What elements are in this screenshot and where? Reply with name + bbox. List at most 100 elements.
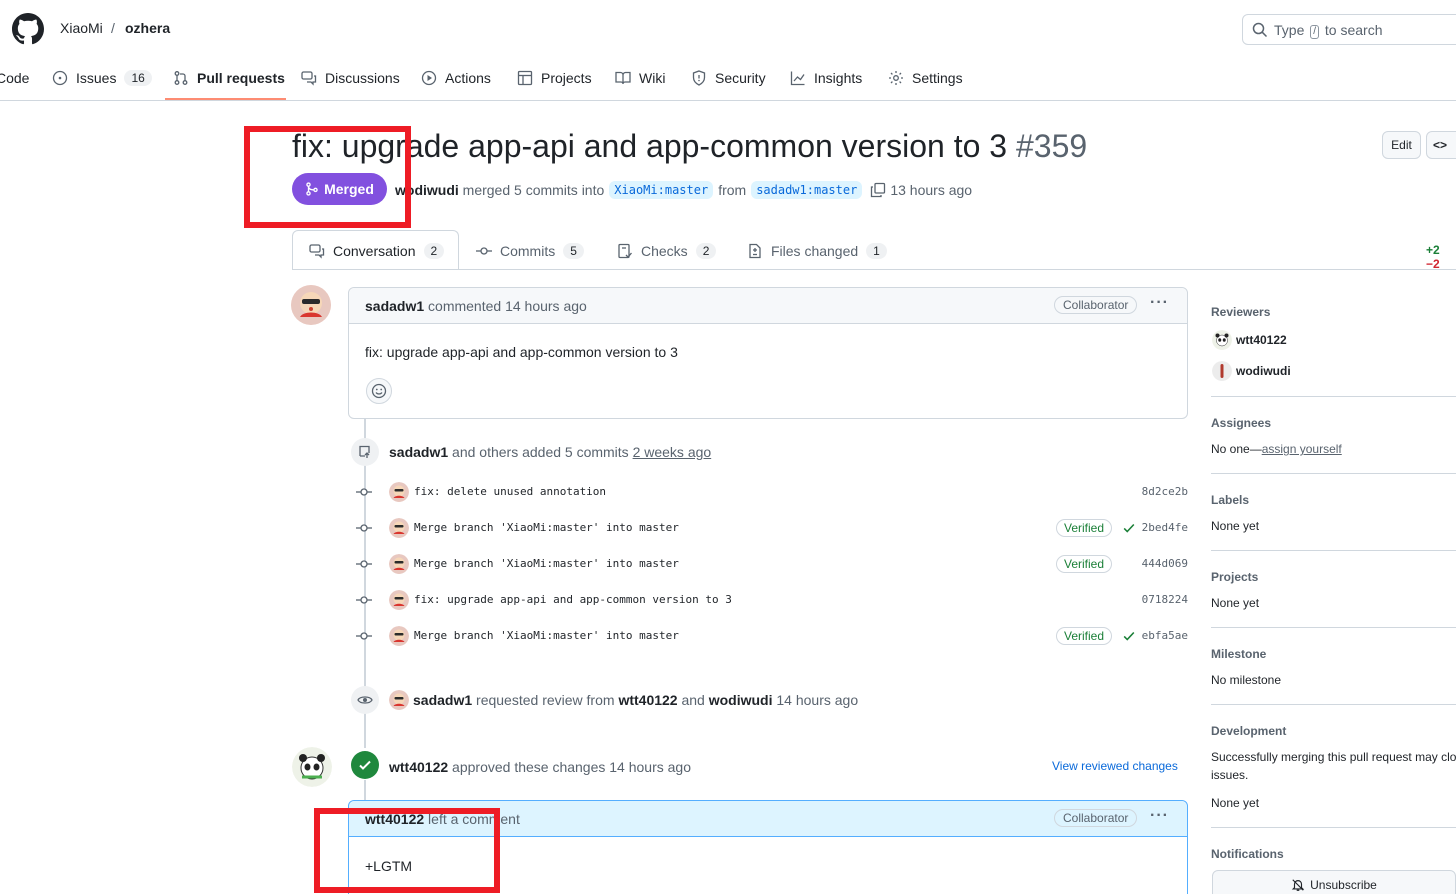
reviewers-heading[interactable]: Reviewers	[1211, 305, 1270, 319]
tab-insights[interactable]: Insights	[790, 68, 862, 88]
avatar-wtt40122-small[interactable]	[1212, 330, 1232, 350]
tab-issues[interactable]: Issues 16	[52, 68, 152, 88]
commit-message[interactable]: fix: delete unused annotation	[414, 485, 606, 498]
projects-heading[interactable]: Projects	[1211, 570, 1258, 584]
sidebar-divider	[1211, 550, 1456, 551]
comment-meta: sadadw1 commented 14 hours ago	[365, 298, 587, 314]
reviewer-2[interactable]: wodiwudi	[709, 692, 773, 708]
commit-author-avatar[interactable]	[389, 590, 409, 610]
tab-code[interactable]: Code	[0, 68, 29, 88]
git-pull-request-icon	[174, 71, 188, 85]
check-icon[interactable]	[1122, 521, 1136, 535]
comment-author[interactable]: sadadw1	[365, 298, 424, 314]
sidebar-reviewer-2[interactable]: wodiwudi	[1236, 364, 1291, 378]
tab-checks[interactable]: Checks 2	[617, 243, 717, 259]
assignees-heading[interactable]: Assignees	[1211, 416, 1271, 430]
tab-conversation[interactable]: Conversation 2	[309, 243, 445, 259]
review-request-author[interactable]: sadadw1	[413, 692, 472, 708]
commit-row: Merge branch 'XiaoMi:master' into master…	[356, 626, 1188, 646]
add-reaction-button[interactable]	[366, 378, 392, 404]
table-icon	[517, 70, 533, 86]
edit-button[interactable]: Edit	[1382, 131, 1421, 159]
tab-label: Security	[715, 70, 766, 86]
search-input[interactable]: Type / to search	[1242, 14, 1456, 45]
diffstat-deletions: −2	[1426, 257, 1440, 271]
avatar-image	[389, 590, 409, 610]
commit-author-avatar[interactable]	[389, 518, 409, 538]
verified-badge[interactable]: Verified	[1056, 627, 1113, 645]
commit-author-avatar[interactable]	[389, 554, 409, 574]
commit-message[interactable]: Merge branch 'XiaoMi:master' into master	[414, 521, 679, 534]
from-text: from	[718, 182, 747, 198]
avatar-wodiwudi-small[interactable]	[1212, 361, 1232, 381]
avatar-wtt40122[interactable]	[292, 747, 332, 787]
sidebar-divider	[1211, 827, 1456, 828]
commit-sha[interactable]: ebfa5ae	[1142, 629, 1188, 642]
comment-header: sadadw1 commented 14 hours ago Collabora…	[349, 288, 1187, 324]
milestone-heading[interactable]: Milestone	[1211, 647, 1266, 661]
code-button[interactable]: <>	[1426, 131, 1456, 159]
pr-number: #359	[1015, 128, 1088, 164]
reviewer-1[interactable]: wtt40122	[618, 692, 677, 708]
commit-author-avatar[interactable]	[389, 626, 409, 646]
view-reviewed-changes-link[interactable]: View reviewed changes	[1052, 759, 1178, 773]
development-text-line1: Successfully merging this pull request m…	[1211, 750, 1456, 764]
tab-files-changed[interactable]: Files changed 1	[747, 243, 887, 259]
tab-label: Wiki	[639, 70, 666, 86]
tab-projects[interactable]: Projects	[517, 68, 592, 88]
timeline-line	[364, 780, 366, 800]
shield-icon	[692, 70, 706, 86]
commit-sha[interactable]: 0718224	[1142, 593, 1188, 606]
kebab-menu-icon[interactable]: ···	[1150, 294, 1169, 312]
development-heading[interactable]: Development	[1211, 724, 1286, 738]
issue-opened-icon	[52, 70, 68, 86]
git-commit-icon	[356, 524, 372, 532]
repo-push-icon	[359, 445, 370, 458]
github-logo-icon[interactable]	[12, 13, 44, 45]
pr-meta: wodiwudi merged 5 commits into XiaoMi:ma…	[395, 181, 972, 199]
approval-author[interactable]: wtt40122	[389, 759, 448, 775]
breadcrumb-separator: /	[111, 20, 115, 36]
repo-owner-link[interactable]: XiaoMi	[60, 20, 103, 36]
commit-message[interactable]: Merge branch 'XiaoMi:master' into master	[414, 557, 679, 570]
commits-event-time[interactable]: 2 weeks ago	[633, 444, 712, 460]
highlight-box-lgtm	[314, 808, 500, 893]
commits-event-author[interactable]: sadadw1	[389, 444, 448, 460]
head-branch[interactable]: sadadw1:master	[751, 181, 863, 199]
avatar-sadadw1[interactable]	[291, 285, 331, 325]
base-branch[interactable]: XiaoMi:master	[609, 181, 714, 199]
assignees-value: No one—assign yourself	[1211, 442, 1342, 456]
tab-label: Pull requests	[197, 70, 285, 86]
git-commit-icon	[356, 596, 372, 604]
verified-badge[interactable]: Verified	[1056, 519, 1113, 537]
kebab-menu-icon[interactable]: ···	[1150, 807, 1169, 825]
repo-name-link[interactable]: ozhera	[125, 20, 170, 36]
search-shortcut-key: /	[1310, 25, 1320, 39]
merge-text: merged 5 commits into	[462, 182, 605, 198]
commit-sha[interactable]: 8d2ce2b	[1142, 485, 1188, 498]
tab-security[interactable]: Security	[691, 68, 766, 88]
check-icon[interactable]	[1122, 629, 1136, 643]
tab-settings[interactable]: Settings	[888, 68, 963, 88]
avatar-sadadw1-small[interactable]	[389, 690, 409, 710]
assign-yourself-link[interactable]: assign yourself	[1262, 442, 1342, 456]
commit-sha[interactable]: 444d069	[1142, 557, 1188, 570]
tab-wiki[interactable]: Wiki	[615, 68, 665, 88]
file-diff-icon	[749, 243, 761, 259]
commit-sha[interactable]: 2bed4fe	[1142, 521, 1188, 534]
tab-commits[interactable]: Commits 5	[476, 243, 584, 259]
copy-icon[interactable]	[870, 182, 886, 198]
commit-message[interactable]: Merge branch 'XiaoMi:master' into master	[414, 629, 679, 642]
commit-message[interactable]: fix: upgrade app-api and app-common vers…	[414, 593, 732, 606]
sidebar-reviewer-1[interactable]: wtt40122	[1236, 333, 1287, 347]
search-placeholder: Type / to search	[1274, 22, 1383, 39]
tab-label: Insights	[814, 70, 863, 86]
verified-badge[interactable]: Verified	[1056, 555, 1113, 573]
labels-heading[interactable]: Labels	[1211, 493, 1249, 507]
tab-label: Projects	[541, 70, 592, 86]
unsubscribe-button[interactable]: Unsubscribe	[1212, 870, 1456, 894]
tab-discussions[interactable]: Discussions	[301, 68, 400, 88]
tab-pull-requests[interactable]: Pull requests	[173, 68, 285, 88]
commit-author-avatar[interactable]	[389, 482, 409, 502]
tab-actions[interactable]: Actions	[421, 68, 491, 88]
